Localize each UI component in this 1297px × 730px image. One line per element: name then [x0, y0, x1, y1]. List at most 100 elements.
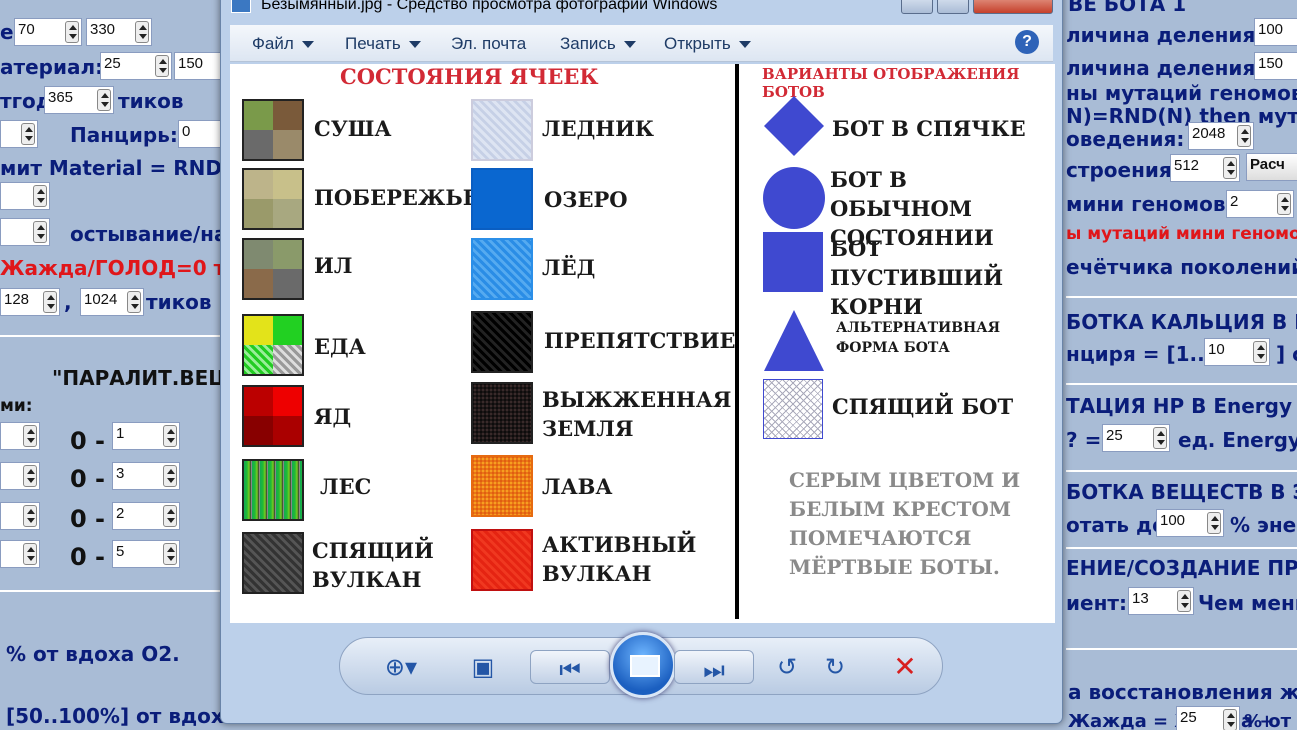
- maximize-button[interactable]: [937, 0, 969, 14]
- bg-spinner[interactable]: 150: [1254, 52, 1297, 80]
- bg-spinner[interactable]: 2048: [1188, 122, 1254, 150]
- dead-bots-note: СЕРЫМ ЦВЕТОМ И БЕЛЫМ КРЕСТОМ ПОМЕЧАЮТСЯ …: [789, 468, 1021, 579]
- photo-viewer-window: Безымянный.jpg - Средство просмотра фото…: [220, 0, 1063, 724]
- bg-spinner[interactable]: 100: [1156, 509, 1224, 537]
- divider: [735, 64, 739, 619]
- ice-swatch: [471, 238, 533, 300]
- bg-label: ] с: [1276, 342, 1297, 366]
- bg-section-title: а восстановления жа: [1068, 680, 1297, 704]
- bg-label: оведения:: [1066, 127, 1185, 151]
- bg-spinner[interactable]: 25: [1102, 424, 1170, 452]
- bg-spinner[interactable]: 128: [0, 288, 60, 316]
- bg-label: тиков: [118, 89, 184, 113]
- bg-label: личина деления:: [1066, 56, 1264, 80]
- zoom-icon[interactable]: ⊕▾: [376, 648, 426, 686]
- cell-label: ОЗЕРО: [544, 187, 628, 212]
- scorched-earth-swatch: [471, 382, 533, 444]
- menu-open[interactable]: Открыть: [664, 34, 751, 54]
- bg-spinner[interactable]: 0: [178, 120, 222, 148]
- bg-spinner[interactable]: 330: [86, 18, 152, 46]
- bg-label: ед. Energy: [1178, 428, 1297, 452]
- bg-spinner[interactable]: 150: [174, 52, 222, 80]
- bg-label: % от вдоха О2.: [6, 642, 180, 666]
- bg-label: 0 -: [70, 505, 106, 533]
- menu-print[interactable]: Печать: [345, 34, 421, 54]
- bg-label: мит Material = RND(: [0, 156, 232, 180]
- bg-spinner[interactable]: 512: [1170, 154, 1240, 182]
- bg-spinner[interactable]: 365: [44, 86, 114, 114]
- window-title: Безымянный.jpg - Средство просмотра фото…: [261, 0, 718, 13]
- bg-spinner[interactable]: 5: [112, 540, 180, 568]
- bg-spinner[interactable]: 10: [1204, 338, 1270, 366]
- dormant-volcano-swatch: [242, 532, 304, 594]
- bg-label: иент:: [1066, 591, 1127, 615]
- chevron-down-icon: [738, 41, 751, 49]
- bg-label: ? =: [1066, 428, 1102, 452]
- bg-label: 0 -: [70, 543, 106, 571]
- bg-section-title: БОТКА КАЛЬЦИЯ В ПА: [1066, 310, 1297, 334]
- diamond-bot-icon: [764, 96, 824, 156]
- bg-label: [50..100%] от вдоха: [6, 704, 238, 728]
- bg-spinner[interactable]: 25: [100, 52, 172, 80]
- bg-label: ны мутаций геномов: [1066, 81, 1297, 105]
- calc-button[interactable]: Расч: [1246, 153, 1297, 181]
- food-swatch: [242, 314, 304, 376]
- bg-label: % от: [1244, 711, 1292, 730]
- cell-label: ВЫЖЖЕННАЯ ЗЕМЛЯ: [542, 387, 732, 441]
- cell-label: ПОБЕРЕЖЬЕ: [314, 185, 479, 210]
- menu-file[interactable]: Файл: [252, 34, 314, 54]
- menu-burn[interactable]: Запись: [560, 34, 636, 54]
- bg-spinner[interactable]: 100: [1254, 18, 1297, 46]
- fit-icon[interactable]: ▣: [464, 648, 502, 686]
- cell-label: ПРЕПЯТСТВИЕ: [544, 328, 736, 353]
- bg-spinner[interactable]: 70: [14, 18, 82, 46]
- bg-label: N)=RND(N) then мута: [1066, 104, 1297, 128]
- cell-states-title: СОСТОЯНИЯ ЯЧЕЕК: [340, 64, 599, 89]
- lake-swatch: [471, 168, 533, 230]
- previous-icon[interactable]: ⏮: [530, 650, 610, 684]
- cell-label: ИЛ: [314, 253, 353, 278]
- bg-spinner[interactable]: [0, 422, 40, 450]
- bg-label: ми:: [0, 396, 33, 416]
- bg-section-title: БОТКА ВЕЩЕСТВ В ЭН: [1066, 480, 1297, 504]
- bg-spinner[interactable]: 2: [112, 502, 180, 530]
- next-icon[interactable]: ⏭: [674, 650, 754, 684]
- bg-spinner[interactable]: [0, 502, 40, 530]
- cell-label: ЛЕДНИК: [542, 116, 655, 141]
- bg-spinner[interactable]: [0, 120, 38, 148]
- glacier-swatch: [471, 99, 533, 161]
- rotate-right-icon[interactable]: ↻: [816, 648, 854, 686]
- bg-section-title: "ПАРАЛИТ.ВЕЩ: [52, 366, 235, 390]
- help-icon[interactable]: ?: [1015, 30, 1039, 54]
- coast-swatch: [242, 168, 304, 230]
- bg-spinner[interactable]: [0, 540, 40, 568]
- minimize-button[interactable]: [901, 0, 933, 14]
- silt-swatch: [242, 238, 304, 300]
- title-bar[interactable]: Безымянный.jpg - Средство просмотра фото…: [221, 0, 1062, 21]
- bg-spinner[interactable]: 3: [112, 462, 180, 490]
- bg-spinner[interactable]: [0, 218, 50, 246]
- bg-spinner[interactable]: [0, 462, 40, 490]
- bg-label: ,: [64, 290, 72, 314]
- bg-label: строения:: [1066, 158, 1180, 182]
- bot-label: АЛЬТЕРНАТИВНАЯ ФОРМА БОТА: [836, 320, 1001, 356]
- bg-spinner[interactable]: 25: [1176, 706, 1240, 730]
- rotate-left-icon[interactable]: ↺: [768, 648, 806, 686]
- delete-icon[interactable]: ✕: [886, 648, 924, 686]
- bg-section-title: ВЕ БОТА 1: [1068, 0, 1187, 16]
- bg-spinner[interactable]: [0, 182, 50, 210]
- bg-spinner[interactable]: 13: [1128, 587, 1194, 615]
- close-button[interactable]: [973, 0, 1053, 14]
- bg-spinner[interactable]: 2: [1226, 190, 1294, 218]
- cell-label: ЯД: [314, 404, 352, 429]
- bg-label: Панцирь:: [70, 123, 178, 147]
- cell-label: ЛЁД: [542, 255, 596, 280]
- bg-spinner[interactable]: 1: [112, 422, 180, 450]
- cell-label: СПЯЩИЙ ВУЛКАН: [312, 538, 434, 592]
- bg-spinner[interactable]: 1024: [80, 288, 144, 316]
- bg-label: личина деления:: [1066, 23, 1264, 47]
- slideshow-icon[interactable]: [610, 632, 676, 698]
- bg-label: тиков: [146, 290, 212, 314]
- menu-email[interactable]: Эл. почта: [451, 34, 526, 54]
- land-swatch: [242, 99, 304, 161]
